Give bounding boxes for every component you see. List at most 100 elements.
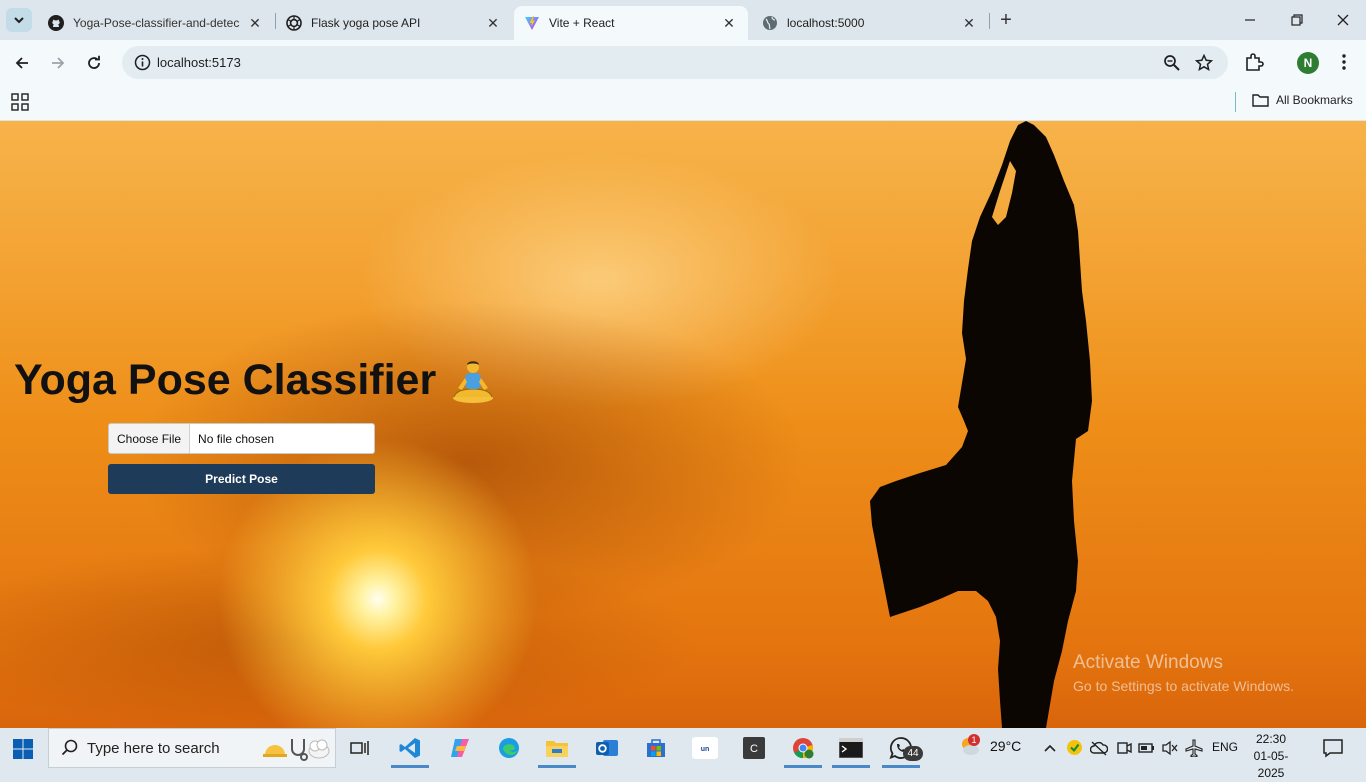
taskbar-outlook[interactable] xyxy=(593,734,621,762)
unstop-icon: un xyxy=(692,737,718,759)
page-title: Yoga Pose Classifier xyxy=(14,356,496,405)
tab-title: Flask yoga pose API xyxy=(311,16,421,30)
whatsapp-unread-badge: 44 xyxy=(903,746,923,761)
address-text: localhost:5173 xyxy=(157,55,241,70)
vite-icon xyxy=(524,15,540,31)
person-in-lotus-position-icon xyxy=(453,360,494,403)
classifier-app: Yoga Pose Classifier Choose File No file… xyxy=(14,356,496,494)
svg-text:un: un xyxy=(701,746,710,753)
tab-flask-api[interactable]: Flask yoga pose API ✕ xyxy=(276,6,512,40)
tab-title: localhost:5000 xyxy=(787,16,865,30)
predict-pose-button[interactable]: Predict Pose xyxy=(108,464,375,494)
reload-icon xyxy=(88,55,100,69)
taskbar-chrome[interactable] xyxy=(789,734,817,762)
close-icon[interactable]: ✕ xyxy=(246,14,264,32)
taskbar-search[interactable]: Type here to search xyxy=(48,728,336,768)
browser-toolbar: localhost:5173 xyxy=(0,40,1366,85)
globe-icon xyxy=(762,15,778,31)
tab-vite-react[interactable]: Vite + React ✕ xyxy=(514,6,748,40)
windows-taskbar: Type here to search un C 29°C ENG 22:30 … xyxy=(0,728,1366,780)
battery-icon[interactable] xyxy=(1138,740,1156,756)
more-vertical-icon xyxy=(1342,54,1346,70)
forward-button[interactable] xyxy=(45,50,71,76)
terminal-icon xyxy=(839,738,863,758)
new-tab-button[interactable]: + xyxy=(996,10,1016,30)
language-indicator[interactable]: ENG xyxy=(1212,740,1238,754)
tab-title: Vite + React xyxy=(549,16,615,30)
taskbar-copilot[interactable] xyxy=(446,734,474,762)
close-icon[interactable]: ✕ xyxy=(960,14,978,32)
openai-icon xyxy=(286,15,302,31)
onedrive-offline-icon[interactable] xyxy=(1090,740,1108,756)
file-input[interactable]: Choose File No file chosen xyxy=(108,423,375,454)
close-icon[interactable]: ✕ xyxy=(720,14,738,32)
extensions-button[interactable] xyxy=(1243,51,1265,73)
c-app-icon: C xyxy=(743,737,765,759)
taskbar-c-app[interactable]: C xyxy=(740,734,768,762)
page-title-text: Yoga Pose Classifier xyxy=(14,356,437,404)
reload-button[interactable] xyxy=(81,50,107,76)
folder-icon xyxy=(1252,94,1269,107)
restore-button[interactable] xyxy=(1285,8,1309,32)
arrow-left-icon xyxy=(15,57,28,69)
bookmarks-bar: All Bookmarks xyxy=(0,85,1366,121)
close-icon[interactable]: ✕ xyxy=(484,14,502,32)
chevron-down-icon xyxy=(14,17,24,24)
address-bar[interactable]: localhost:5173 xyxy=(122,46,1228,79)
profile-avatar[interactable]: N xyxy=(1297,52,1319,74)
tab-strip: Yoga-Pose-classifier-and-detec ✕ Flask y… xyxy=(0,0,1366,40)
minimize-button[interactable] xyxy=(1238,8,1262,32)
all-bookmarks-label: All Bookmarks xyxy=(1276,93,1353,107)
browser-menu-button[interactable] xyxy=(1333,51,1355,73)
store-icon xyxy=(647,739,665,757)
tab-localhost-5000[interactable]: localhost:5000 ✕ xyxy=(752,6,988,40)
edge-icon xyxy=(499,738,519,758)
taskbar-edge[interactable] xyxy=(495,734,523,762)
taskbar-terminal[interactable] xyxy=(837,734,865,762)
svg-text:C: C xyxy=(750,743,758,755)
chevron-up-icon[interactable] xyxy=(1043,741,1057,755)
meet-now-icon[interactable] xyxy=(1116,740,1132,756)
tab-search-button[interactable] xyxy=(6,8,32,32)
yoga-silhouette-image xyxy=(870,121,1092,728)
copilot-icon xyxy=(451,739,469,757)
all-bookmarks-button[interactable]: All Bookmarks xyxy=(1252,93,1353,107)
security-shield-icon[interactable] xyxy=(1066,739,1083,756)
weather-temp: 29°C xyxy=(990,738,1022,754)
tab-title: Yoga-Pose-classifier-and-detec xyxy=(73,16,240,30)
clock-date: 01-05-2025 xyxy=(1253,749,1289,780)
restore-icon xyxy=(1291,14,1303,26)
task-view-button[interactable] xyxy=(346,734,374,762)
outlook-icon xyxy=(596,740,618,756)
search-icon xyxy=(61,739,78,756)
notification-icon[interactable] xyxy=(1322,737,1344,759)
airplane-mode-icon[interactable] xyxy=(1185,739,1203,757)
clock-time: 22:30 xyxy=(1255,732,1287,746)
taskbar-unstop[interactable]: un xyxy=(691,734,719,762)
tab-github[interactable]: Yoga-Pose-classifier-and-detec ✕ xyxy=(38,6,274,40)
bookmark-star-icon[interactable] xyxy=(1195,54,1213,72)
search-placeholder: Type here to search xyxy=(87,739,220,757)
watermark-title: Activate Windows xyxy=(1073,652,1223,673)
apps-grid-icon[interactable] xyxy=(11,93,29,111)
site-info-icon[interactable] xyxy=(134,54,151,71)
choose-file-button[interactable]: Choose File xyxy=(109,424,191,453)
taskbar-store[interactable] xyxy=(642,734,670,762)
back-button[interactable] xyxy=(9,50,35,76)
taskbar-vscode[interactable] xyxy=(396,734,424,762)
taskbar-file-explorer[interactable] xyxy=(543,734,571,762)
clock[interactable]: 22:30 01-05-2025 xyxy=(1243,731,1299,782)
puzzle-icon xyxy=(1246,53,1264,71)
vscode-icon xyxy=(399,738,420,758)
zoom-icon[interactable] xyxy=(1163,54,1181,72)
tab-separator xyxy=(989,13,990,29)
bookmarks-separator xyxy=(1235,92,1236,112)
speaker-muted-icon[interactable] xyxy=(1161,740,1179,756)
windows-start-icon[interactable] xyxy=(12,738,34,760)
file-status-text: No file chosen xyxy=(198,431,275,446)
close-window-button[interactable] xyxy=(1331,8,1355,32)
arrow-right-icon xyxy=(52,57,65,69)
activate-windows-watermark: Activate Windows Go to Settings to activ… xyxy=(1073,652,1294,694)
weather-badge: 1 xyxy=(968,734,980,746)
chrome-icon xyxy=(793,738,814,759)
